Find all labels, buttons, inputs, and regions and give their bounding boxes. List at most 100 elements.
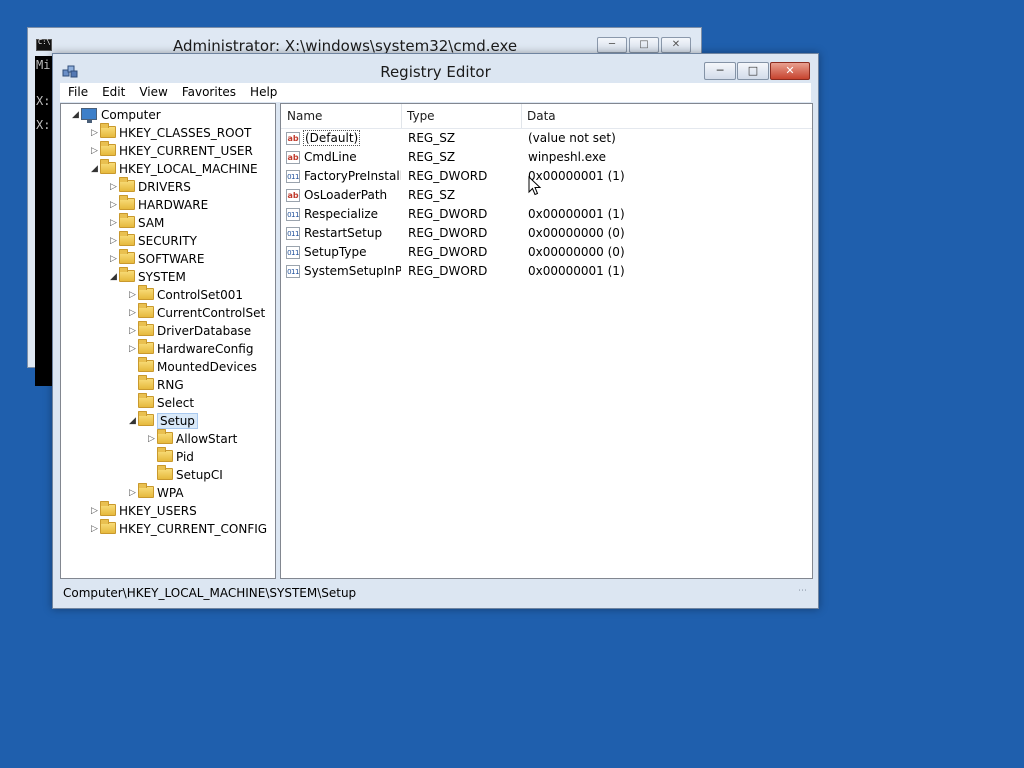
value-row-systemsetupinprogress[interactable]: 011 SystemSetupInP... REG_DWORD 0x000000… (281, 262, 812, 281)
collapse-arrow-icon[interactable]: ◢ (127, 412, 138, 430)
folder-icon (138, 411, 154, 426)
tree-item-currentcontrolset[interactable]: ▷ CurrentControlSet (127, 303, 266, 322)
value-row-cmdline[interactable]: ab CmdLine REG_SZ winpeshl.exe (281, 148, 812, 167)
value-row-respecialize[interactable]: 011 Respecialize REG_DWORD 0x00000001 (1… (281, 205, 812, 224)
string-value-icon: ab (286, 189, 300, 202)
folder-icon (119, 195, 135, 210)
expand-arrow-icon[interactable]: ▷ (108, 196, 119, 214)
tree-item-mounteddevices[interactable]: MountedDevices (127, 357, 257, 376)
value-type: REG_DWORD (408, 207, 488, 221)
expand-arrow-icon[interactable]: ▷ (108, 178, 119, 196)
mouse-cursor-icon (528, 176, 542, 196)
value-row-factorypreinstall[interactable]: 011 FactoryPreInstall... REG_DWORD 0x000… (281, 167, 812, 186)
tree-item-hardwareconfig[interactable]: ▷ HardwareConfig (127, 339, 254, 358)
expand-arrow-icon[interactable]: ▷ (127, 304, 138, 322)
value-row-default[interactable]: ab (Default) REG_SZ (value not set) (281, 129, 812, 148)
status-bar: Computer\HKEY_LOCAL_MACHINE\SYSTEM\Setup… (60, 582, 811, 604)
folder-icon (138, 483, 154, 498)
tree-item-software[interactable]: ▷ SOFTWARE (108, 249, 204, 268)
values-list[interactable]: Name Type Data ab (Default) REG_SZ (valu… (280, 103, 813, 579)
registry-editor-window[interactable]: Registry Editor ─ □ ✕ File Edit View Fav… (52, 53, 819, 609)
tree-item-hkey-current-user[interactable]: ▷ HKEY_CURRENT_USER (89, 141, 253, 160)
value-type: REG_DWORD (408, 169, 488, 183)
tree-item-controlset001[interactable]: ▷ ControlSet001 (127, 285, 243, 304)
expand-arrow-icon[interactable]: ▷ (146, 430, 157, 448)
menu-edit[interactable]: Edit (95, 83, 132, 102)
tree-item-hkey-local-machine[interactable]: ◢ HKEY_LOCAL_MACHINE (89, 159, 258, 178)
tree-item-wpa[interactable]: ▷ WPA (127, 483, 184, 502)
tree-item-label: SYSTEM (138, 270, 186, 284)
expand-arrow-icon[interactable]: ▷ (89, 520, 100, 538)
menu-help[interactable]: Help (243, 83, 284, 102)
tree-item-rng[interactable]: RNG (127, 375, 184, 394)
tree-item-drivers[interactable]: ▷ DRIVERS (108, 177, 191, 196)
expand-arrow-icon[interactable]: ▷ (127, 340, 138, 358)
expand-arrow-icon[interactable]: ▷ (108, 250, 119, 268)
value-type: REG_SZ (408, 150, 456, 164)
tree-item-label: SAM (138, 216, 165, 230)
value-type: REG_DWORD (408, 245, 488, 259)
expand-arrow-icon[interactable]: ▷ (108, 232, 119, 250)
expand-arrow-icon[interactable]: ▷ (89, 124, 100, 142)
tree-item-setupci[interactable]: SetupCI (146, 465, 223, 484)
value-row-osloaderpath[interactable]: ab OsLoaderPath REG_SZ (281, 186, 812, 205)
tree-item-driverdatabase[interactable]: ▷ DriverDatabase (127, 321, 251, 340)
tree-item-select[interactable]: Select (127, 393, 194, 412)
column-header-type[interactable]: Type (401, 104, 521, 128)
console-line: X: (36, 118, 51, 132)
resize-grip-icon[interactable]: ⋯ (798, 580, 807, 602)
column-header-row: Name Type Data (281, 104, 812, 129)
dword-value-icon: 011 (286, 246, 300, 259)
collapse-arrow-icon[interactable]: ◢ (89, 160, 100, 178)
cmd-minimize-button[interactable]: ─ (597, 37, 627, 53)
tree-item-hkey-users[interactable]: ▷ HKEY_USERS (89, 501, 197, 520)
menu-view[interactable]: View (132, 83, 174, 102)
string-value-icon: ab (286, 151, 300, 164)
minimize-button[interactable]: ─ (704, 62, 736, 80)
collapse-arrow-icon[interactable]: ◢ (108, 268, 119, 286)
maximize-button[interactable]: □ (737, 62, 769, 80)
tree-item-security[interactable]: ▷ SECURITY (108, 231, 197, 250)
tree-item-label: CurrentControlSet (157, 306, 266, 320)
tree-item-setup[interactable]: ◢ Setup (127, 411, 198, 430)
tree-item-label: WPA (157, 486, 184, 500)
status-path: Computer\HKEY_LOCAL_MACHINE\SYSTEM\Setup (63, 586, 357, 600)
expand-arrow-icon[interactable]: ▷ (108, 214, 119, 232)
tree-item-sam[interactable]: ▷ SAM (108, 213, 165, 232)
console-line: X: (36, 94, 51, 108)
cmd-maximize-button[interactable]: □ (629, 37, 659, 53)
expand-arrow-icon[interactable]: ▷ (89, 502, 100, 520)
tree-item-label: HardwareConfig (157, 342, 254, 356)
title-bar[interactable]: Registry Editor ─ □ ✕ (53, 54, 818, 84)
column-header-name[interactable]: Name (281, 104, 401, 128)
tree-item-allowstart[interactable]: ▷ AllowStart (146, 429, 237, 448)
expand-arrow-icon[interactable]: ▷ (127, 322, 138, 340)
value-row-restartsetup[interactable]: 011 RestartSetup REG_DWORD 0x00000000 (0… (281, 224, 812, 243)
tree-item-computer[interactable]: ◢ Computer (70, 106, 161, 124)
expand-arrow-icon[interactable]: ▷ (127, 484, 138, 502)
menu-favorites[interactable]: Favorites (175, 83, 243, 102)
value-data: 0x00000000 (0) (528, 226, 625, 240)
folder-icon (119, 249, 135, 264)
tree-item-label: Computer (101, 108, 161, 122)
expand-arrow-icon[interactable]: ▷ (127, 286, 138, 304)
menu-file[interactable]: File (60, 83, 95, 102)
tree-item-label: HKEY_LOCAL_MACHINE (119, 162, 258, 176)
cmd-close-button[interactable]: ✕ (661, 37, 691, 53)
tree-item-label: SetupCI (176, 468, 223, 482)
column-header-data[interactable]: Data (521, 104, 801, 128)
expand-arrow-icon[interactable]: ▷ (89, 142, 100, 160)
collapse-arrow-icon[interactable]: ◢ (70, 106, 81, 124)
folder-icon (119, 267, 135, 282)
tree-item-hkey-current-config[interactable]: ▷ HKEY_CURRENT_CONFIG (89, 519, 267, 538)
tree-item-system[interactable]: ◢ SYSTEM (108, 267, 186, 286)
string-value-icon: ab (286, 132, 300, 145)
value-row-setuptype[interactable]: 011 SetupType REG_DWORD 0x00000000 (0) (281, 243, 812, 262)
close-button[interactable]: ✕ (770, 62, 810, 80)
tree-item-hardware[interactable]: ▷ HARDWARE (108, 195, 208, 214)
key-tree[interactable]: ◢ Computer ▷ HKEY_CLASSES_ROOT ▷ HKEY_CURRE… (60, 103, 276, 579)
tree-item-pid[interactable]: Pid (146, 447, 194, 466)
folder-icon (138, 285, 154, 300)
tree-item-hkey-classes-root[interactable]: ▷ HKEY_CLASSES_ROOT (89, 123, 251, 142)
value-name: FactoryPreInstall... (304, 169, 401, 183)
